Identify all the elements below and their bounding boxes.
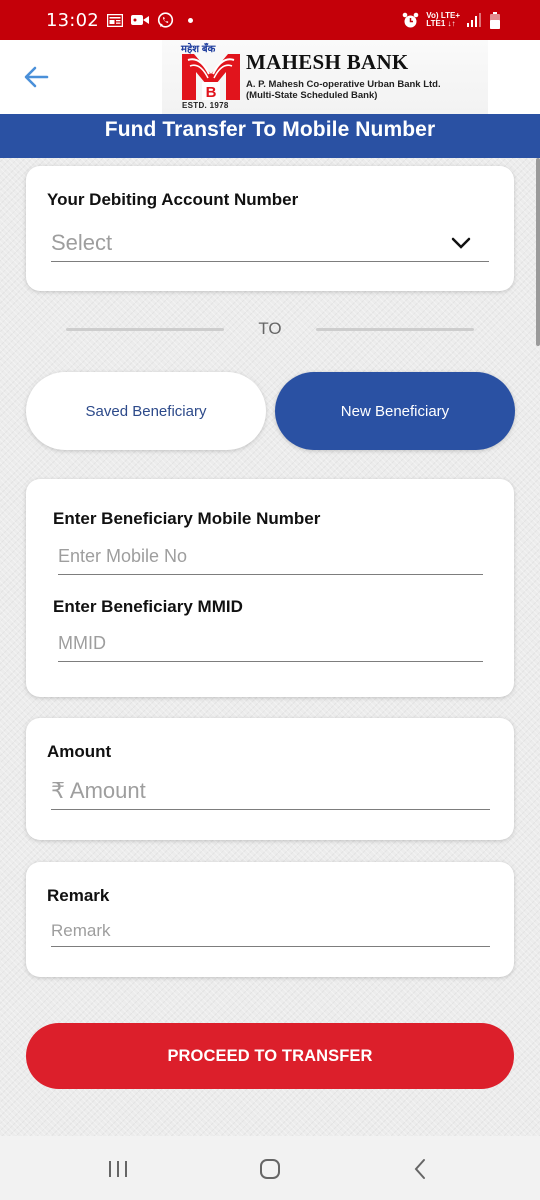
back-icon [414, 1159, 425, 1179]
battery-icon [490, 11, 500, 29]
mmid-label: Enter Beneficiary MMID [53, 597, 243, 616]
logo-established: ESTD. 1978 [182, 101, 229, 110]
home-button[interactable] [250, 1154, 290, 1184]
arrow-left-icon [24, 66, 49, 88]
tab-new-beneficiary[interactable]: New Beneficiary [275, 372, 515, 450]
logo-subtitle-1: A. P. Mahesh Co-operative Urban Bank Ltd… [246, 79, 441, 90]
news-icon [106, 13, 123, 27]
amount-label: Amount [47, 742, 112, 761]
debit-account-selected: Select [51, 229, 113, 255]
chevron-down-icon [451, 237, 471, 249]
bank-logo: महेश बँक B ESTD. 1978 MAHESH BANK A. P. … [162, 40, 488, 114]
whatsapp-icon [157, 11, 174, 29]
logo-bank-name: MAHESH BANK [246, 50, 409, 74]
recent-apps-button[interactable] [98, 1154, 138, 1184]
amount-input[interactable] [51, 772, 490, 810]
tab-saved-beneficiary[interactable]: Saved Beneficiary [26, 372, 266, 450]
remark-label: Remark [47, 886, 110, 905]
mobile-number-label: Enter Beneficiary Mobile Number [53, 509, 321, 528]
status-time: 13:02 [46, 9, 99, 31]
beneficiary-details-card: Enter Beneficiary Mobile Number Enter Be… [26, 479, 514, 697]
video-camera-icon [130, 14, 149, 26]
to-divider: TO [0, 316, 540, 342]
remark-input[interactable] [51, 916, 490, 947]
mmid-input[interactable] [58, 626, 483, 662]
alarm-icon [402, 12, 419, 29]
mobile-number-input[interactable] [58, 539, 483, 575]
debit-account-label: Your Debiting Account Number [47, 190, 299, 209]
debit-account-select[interactable]: Select [51, 224, 489, 262]
network-lte-icon: Vo) LTE+ LTE1 ↓↑ [426, 11, 460, 28]
status-bar: 13:02 Vo) LTE+ LTE1 ↓↑ [0, 0, 540, 40]
divider-line-right [316, 328, 474, 331]
system-nav-bar [0, 1136, 540, 1200]
recent-apps-icon [109, 1161, 127, 1177]
svg-text:B: B [206, 84, 217, 101]
back-button[interactable] [20, 62, 52, 92]
home-icon [260, 1159, 280, 1179]
back-nav-button[interactable] [400, 1154, 440, 1184]
signal-icon [467, 13, 483, 27]
amount-card: Amount [26, 718, 514, 840]
page-title-bar: Fund Transfer To Mobile Number [0, 114, 540, 158]
notification-dot-icon [187, 17, 193, 23]
bank-emblem: महेश बँक B ESTD. 1978 [162, 40, 246, 114]
proceed-to-transfer-button[interactable]: PROCEED TO TRANSFER [26, 1023, 514, 1089]
page-title: Fund Transfer To Mobile Number [104, 118, 436, 141]
mahesh-bank-emblem-icon: B [182, 54, 240, 101]
app-header: महेश बँक B ESTD. 1978 MAHESH BANK A. P. … [0, 40, 540, 114]
remark-card: Remark [26, 862, 514, 977]
debit-account-card: Your Debiting Account Number Select [26, 166, 514, 291]
logo-subtitle-2: (Multi-State Scheduled Bank) [246, 90, 378, 101]
